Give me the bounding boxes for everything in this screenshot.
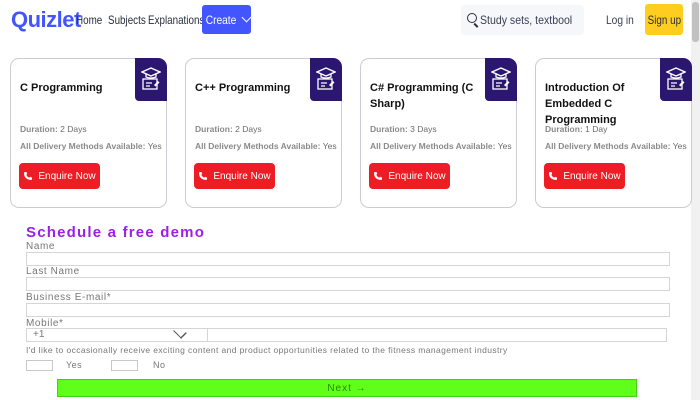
consent-no-label: No (153, 360, 166, 370)
email-label: Business E-mail* (26, 292, 112, 303)
duration-row: Duration: 3 Days (370, 124, 437, 134)
delivery-label: All Delivery Methods Available: (20, 141, 146, 151)
card-badge (310, 58, 342, 101)
delivery-row: All Delivery Methods Available: Yes (545, 141, 687, 151)
course-card: C Programming Duration: 2 Days All Deliv… (10, 58, 167, 208)
card-badge (135, 58, 167, 101)
delivery-row: All Delivery Methods Available: Yes (20, 141, 162, 151)
quizlet-logo[interactable]: Quizlet (11, 7, 81, 33)
course-card: Introduction Of Embedded C Programming D… (535, 58, 692, 208)
login-link[interactable]: Log in (606, 13, 634, 27)
enquire-now-button[interactable]: Enquire Now (19, 163, 100, 189)
course-title: Introduction Of Embedded C Programming (545, 82, 625, 126)
name-label: Name (26, 241, 56, 252)
phone-icon (199, 172, 208, 180)
duration-value: 1 Day (585, 124, 608, 134)
create-label: Create (205, 12, 237, 27)
certificate-icon (316, 67, 336, 90)
delivery-value: Yes (322, 141, 337, 151)
enquire-label: Enquire Now (213, 170, 271, 182)
course-card: C# Programming (C Sharp) Duration: 3 Day… (360, 58, 517, 208)
duration-value: 2 Days (60, 124, 87, 134)
course-title: C# Programming (C Sharp) (370, 82, 474, 110)
page-scrollbar[interactable] (691, 0, 700, 400)
scrollbar-thumb[interactable] (692, 2, 699, 42)
certificate-icon (491, 67, 511, 90)
delivery-label: All Delivery Methods Available: (195, 141, 321, 151)
duration-value: 2 Days (235, 124, 262, 134)
delivery-value: Yes (497, 141, 512, 151)
duration-label: Duration: (545, 124, 583, 134)
phone-icon (24, 172, 33, 180)
enquire-now-button[interactable]: Enquire Now (369, 163, 450, 189)
top-nav: Quizlet Home Subjects Explanations Creat… (0, 0, 700, 42)
course-title: C++ Programming (195, 82, 291, 94)
name-field[interactable] (26, 252, 670, 266)
signup-label: Sign up (647, 12, 681, 27)
consent-yes-label: Yes (66, 360, 83, 370)
enquire-now-button[interactable]: Enquire Now (194, 163, 275, 189)
form-heading: Schedule a free demo (26, 224, 206, 241)
phone-icon (549, 172, 558, 180)
chevron-down-icon (241, 12, 252, 23)
consent-no-checkbox[interactable] (111, 360, 138, 371)
certificate-icon (666, 67, 686, 90)
mobile-field[interactable] (207, 328, 667, 342)
country-code-select[interactable]: +1 (26, 325, 208, 342)
duration-label: Duration: (20, 124, 58, 134)
delivery-label: All Delivery Methods Available: (370, 141, 496, 151)
enquire-label: Enquire Now (388, 170, 446, 182)
enquire-label: Enquire Now (38, 170, 96, 182)
nav-link-subjects[interactable]: Subjects (108, 13, 146, 27)
duration-label: Duration: (195, 124, 233, 134)
delivery-value: Yes (672, 141, 687, 151)
consent-text: I'd like to occasionally receive excitin… (26, 345, 508, 355)
search-input[interactable] (480, 12, 572, 28)
delivery-value: Yes (147, 141, 162, 151)
consent-yes-checkbox[interactable] (26, 360, 53, 371)
duration-row: Duration: 2 Days (20, 124, 87, 134)
enquire-now-button[interactable]: Enquire Now (544, 163, 625, 189)
delivery-row: All Delivery Methods Available: Yes (195, 141, 337, 151)
email-field[interactable] (26, 303, 670, 317)
course-card: C++ Programming Duration: 2 Days All Del… (185, 58, 342, 208)
duration-row: Duration: 1 Day (545, 124, 607, 134)
phone-icon (374, 172, 383, 180)
duration-value: 3 Days (410, 124, 437, 134)
enquire-label: Enquire Now (563, 170, 621, 182)
last-name-field[interactable] (26, 277, 670, 291)
duration-label: Duration: (370, 124, 408, 134)
nav-link-home[interactable]: Home (76, 13, 102, 27)
last-name-label: Last Name (26, 266, 80, 277)
create-button[interactable]: Create (202, 5, 252, 34)
signup-button[interactable]: Sign up (645, 4, 683, 35)
search-icon (467, 13, 477, 23)
search-bar[interactable] (461, 5, 584, 35)
nav-link-explanations[interactable]: Explanations (148, 13, 204, 27)
delivery-row: All Delivery Methods Available: Yes (370, 141, 512, 151)
duration-row: Duration: 2 Days (195, 124, 262, 134)
card-badge (660, 58, 692, 101)
chevron-down-icon (173, 325, 187, 339)
next-label: Next → (327, 382, 367, 394)
country-code-value: +1 (33, 329, 45, 340)
course-title: C Programming (20, 82, 103, 94)
next-button[interactable]: Next → (57, 379, 637, 397)
certificate-icon (141, 67, 161, 90)
card-badge (485, 58, 517, 101)
delivery-label: All Delivery Methods Available: (545, 141, 671, 151)
